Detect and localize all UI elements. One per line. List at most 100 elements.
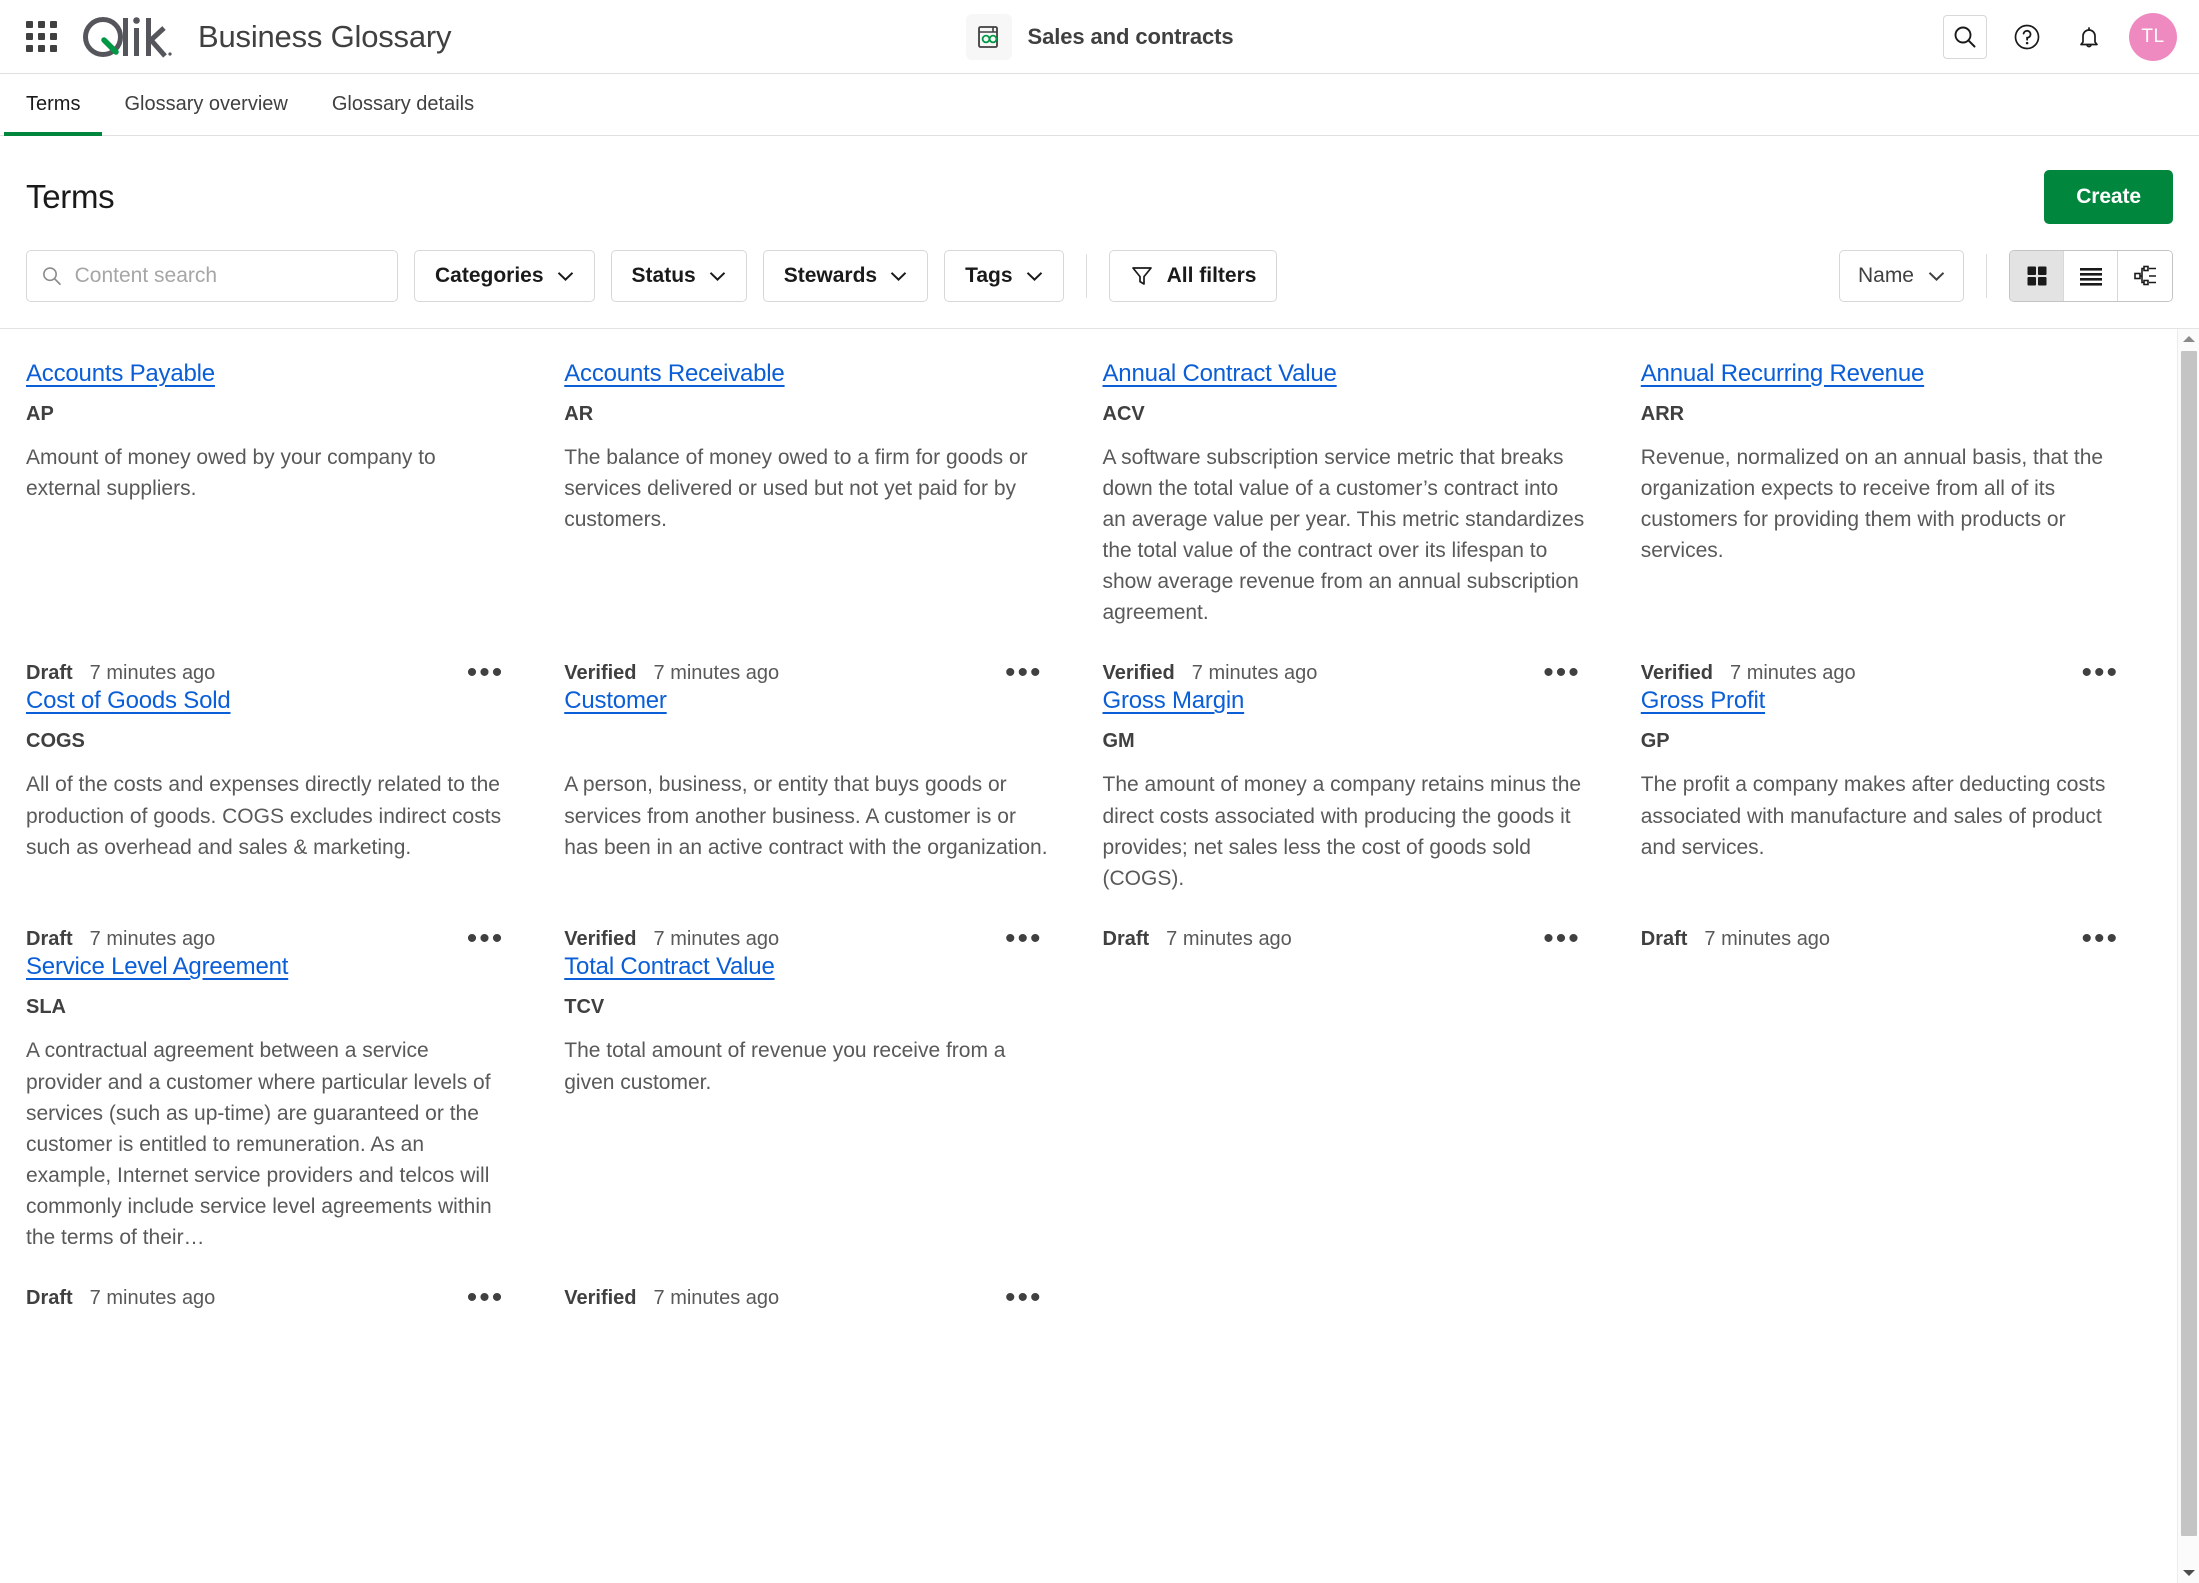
tab-glossary-details[interactable]: Glossary details <box>310 74 496 135</box>
term-title-link[interactable]: Cost of Goods Sold <box>26 686 510 716</box>
term-title-link[interactable]: Total Contract Value <box>564 952 1048 982</box>
glossary-space-icon <box>965 13 1012 60</box>
term-title-link[interactable]: Annual Recurring Revenue <box>1641 359 2125 389</box>
term-overflow-menu-icon[interactable]: ••• <box>461 1283 511 1313</box>
chevron-down-icon <box>709 271 725 281</box>
bell-icon[interactable] <box>2067 15 2111 59</box>
term-description: The total amount of revenue you receive … <box>564 1039 1006 1094</box>
term-overflow-menu-icon[interactable]: ••• <box>461 658 511 688</box>
term-card[interactable]: Cost of Goods Sold COGS All of the costs… <box>26 686 536 954</box>
tab-terms[interactable]: Terms <box>4 74 103 136</box>
scroll-up-arrow-icon[interactable] <box>2178 329 2199 349</box>
updated-timestamp: 7 minutes ago <box>89 1286 216 1309</box>
updated-timestamp: 7 minutes ago <box>653 661 780 684</box>
qlik-logo[interactable] <box>82 14 174 60</box>
content-search-box[interactable] <box>26 250 398 302</box>
term-card[interactable]: Annual Contract Value ACV A software sub… <box>1102 359 1613 688</box>
updated-timestamp: 7 minutes ago <box>1704 927 1831 950</box>
status-badge: Verified <box>1640 661 1714 684</box>
stewards-filter-label: Stewards <box>783 264 878 287</box>
term-description: All of the costs and expenses directly r… <box>26 773 502 859</box>
all-filters-label: All filters <box>1166 264 1257 287</box>
term-description: Amount of money owed by your company to … <box>26 446 436 501</box>
term-title-link[interactable]: Accounts Receivable <box>564 359 1048 389</box>
chevron-down-icon <box>890 271 907 281</box>
term-card[interactable]: Total Contract Value TCV The total amoun… <box>564 952 1074 1313</box>
status-badge: Verified <box>564 661 637 684</box>
scrollbar-track[interactable] <box>2178 349 2199 1563</box>
term-card-empty <box>1641 952 2151 1311</box>
updated-timestamp: 7 minutes ago <box>1730 661 1856 684</box>
term-overflow-menu-icon[interactable]: ••• <box>2075 924 2125 954</box>
list-view-icon <box>2079 268 2102 286</box>
categories-filter-dropdown[interactable]: Categories <box>414 250 595 302</box>
term-description: The balance of money owed to a firm for … <box>564 446 1028 532</box>
status-badge: Draft <box>1102 927 1150 950</box>
term-card[interactable]: Service Level Agreement SLA A contractua… <box>26 952 536 1313</box>
status-badge: Draft <box>26 661 73 684</box>
term-title-link[interactable]: Accounts Payable <box>26 359 510 389</box>
term-abbreviation <box>564 730 1048 757</box>
term-card-footer: Draft 7 minutes ago ••• <box>26 636 511 688</box>
status-filter-dropdown[interactable]: Status <box>610 250 747 302</box>
vertical-scrollbar[interactable] <box>2177 329 2199 1583</box>
term-overflow-menu-icon[interactable]: ••• <box>461 924 511 954</box>
term-card[interactable]: Gross Profit GP The profit a company mak… <box>1640 686 2151 954</box>
term-overflow-menu-icon[interactable]: ••• <box>999 658 1049 688</box>
search-icon[interactable] <box>1943 14 1987 59</box>
tab-glossary-overview[interactable]: Glossary overview <box>102 74 309 135</box>
term-overflow-menu-icon[interactable]: ••• <box>999 1283 1049 1313</box>
stewards-filter-dropdown[interactable]: Stewards <box>762 250 929 302</box>
top-navigation-bar: Business Glossary Sales and contracts TL <box>0 0 2199 74</box>
term-card[interactable]: Accounts Payable AP Amount of money owed… <box>26 359 536 688</box>
tags-filter-dropdown[interactable]: Tags <box>944 250 1064 302</box>
create-button[interactable]: Create <box>2044 170 2173 224</box>
grid-view-button[interactable] <box>2010 251 2064 301</box>
app-title: Business Glossary <box>198 18 452 54</box>
term-overflow-menu-icon[interactable]: ••• <box>1537 658 1587 688</box>
status-badge: Draft <box>1640 927 1688 950</box>
tree-view-button[interactable] <box>2118 251 2172 301</box>
term-abbreviation: AP <box>26 403 54 425</box>
question-mark-glyph <box>2014 24 2040 49</box>
scrollbar-thumb[interactable] <box>2180 351 2197 1536</box>
term-card[interactable]: Accounts Receivable AR The balance of mo… <box>564 359 1074 688</box>
term-card-footer: Verified 7 minutes ago ••• <box>564 902 1049 954</box>
section-tabs: Terms Glossary overview Glossary details <box>0 74 2199 136</box>
term-overflow-menu-icon[interactable]: ••• <box>2075 658 2125 688</box>
term-abbreviation: GM <box>1102 730 1135 753</box>
sort-label: Name <box>1857 264 1914 287</box>
term-card-empty <box>1103 952 1613 1311</box>
status-badge: Verified <box>1102 661 1175 684</box>
term-title-link[interactable]: Gross Margin <box>1103 686 1587 716</box>
user-avatar[interactable]: TL <box>2129 12 2177 61</box>
term-title-link[interactable]: Gross Profit <box>1641 686 2125 716</box>
term-overflow-menu-icon[interactable]: ••• <box>1537 924 1587 954</box>
term-card[interactable]: Gross Margin GM The amount of money a co… <box>1102 686 1613 954</box>
list-view-button[interactable] <box>2064 251 2118 301</box>
term-card[interactable]: Annual Recurring Revenue ARR Revenue, no… <box>1640 359 2151 688</box>
space-selector[interactable]: Sales and contracts <box>965 13 1234 60</box>
term-overflow-menu-icon[interactable]: ••• <box>999 924 1049 954</box>
term-card-footer: Draft 7 minutes ago ••• <box>1640 902 2125 954</box>
funnel-icon <box>1131 267 1152 285</box>
term-card-footer: Draft 7 minutes ago ••• <box>1102 902 1587 954</box>
term-card[interactable]: Customer A person, business, or entity t… <box>564 686 1074 954</box>
term-abbreviation: ACV <box>1102 403 1145 425</box>
term-title-link[interactable]: Customer <box>564 686 1048 716</box>
book-icon <box>977 25 998 48</box>
topbar-actions: TL <box>1943 12 2177 61</box>
term-description: The amount of money a company retains mi… <box>1102 773 1582 890</box>
updated-timestamp: 7 minutes ago <box>89 927 216 950</box>
scroll-down-arrow-icon[interactable] <box>2178 1563 2199 1583</box>
term-description: A person, business, or entity that buys … <box>564 773 1048 859</box>
term-card-footer: Verified 7 minutes ago ••• <box>564 636 1049 688</box>
all-filters-button[interactable]: All filters <box>1108 250 1278 302</box>
status-badge: Draft <box>26 927 73 950</box>
search-input[interactable] <box>74 264 383 288</box>
help-circle-icon[interactable] <box>2005 15 2049 59</box>
sort-dropdown[interactable]: Name <box>1838 250 1964 302</box>
term-title-link[interactable]: Service Level Agreement <box>26 952 510 982</box>
term-title-link[interactable]: Annual Contract Value <box>1103 359 1587 389</box>
app-launcher-grid-icon[interactable] <box>18 14 64 60</box>
